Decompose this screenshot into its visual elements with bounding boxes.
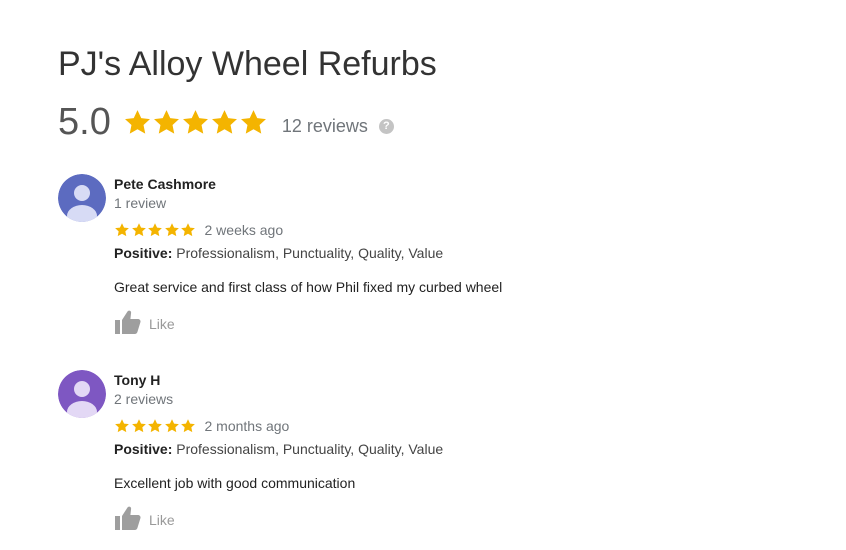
star-icon — [239, 108, 268, 137]
review-date: 2 weeks ago — [204, 222, 284, 238]
reviewer-name[interactable]: Tony H — [114, 372, 160, 388]
positive-label: Positive: — [114, 441, 173, 457]
star-icon — [180, 418, 197, 434]
review-text: Great service and first class of how Phi… — [114, 279, 503, 295]
like-button[interactable]: Like — [114, 309, 175, 335]
star-icon — [131, 418, 148, 434]
star-icon — [147, 418, 164, 434]
default-person-avatar-icon — [58, 370, 106, 418]
positive-label: Positive: — [114, 245, 173, 261]
review-rating-stars — [114, 418, 197, 434]
review-text: Excellent job with good communication — [114, 475, 356, 491]
review-meta: 2 weeks ago — [114, 222, 283, 238]
reviewer-review-count: 1 review — [114, 195, 167, 211]
reviewer-avatar[interactable] — [58, 174, 106, 222]
star-icon — [210, 108, 239, 137]
positive-values: Professionalism, Punctuality, Quality, V… — [176, 441, 444, 457]
business-name: PJ's Alloy Wheel Refurbs — [58, 45, 437, 83]
reviews-count-link[interactable]: 12 reviews — [282, 116, 368, 137]
review-date: 2 months ago — [204, 418, 290, 434]
star-icon — [131, 222, 148, 238]
star-icon — [181, 108, 210, 137]
star-icon — [114, 222, 131, 238]
like-label: Like — [149, 512, 175, 528]
reviewer-name[interactable]: Pete Cashmore — [114, 176, 216, 192]
reviews-panel: PJ's Alloy Wheel Refurbs 5.0 12 reviews … — [0, 0, 846, 550]
average-rating: 5.0 — [58, 101, 111, 143]
star-icon — [152, 108, 181, 137]
positive-values: Professionalism, Punctuality, Quality, V… — [176, 245, 444, 261]
star-icon — [164, 418, 181, 434]
like-button[interactable]: Like — [114, 505, 175, 531]
star-icon — [114, 418, 131, 434]
star-icon — [164, 222, 181, 238]
review-attributes: Positive: Professionalism, Punctuality, … — [114, 245, 443, 261]
average-rating-stars — [123, 108, 268, 137]
review-rating-stars — [114, 222, 197, 238]
question-circle-icon[interactable]: ? — [378, 118, 394, 134]
reviewer-avatar[interactable] — [58, 370, 106, 418]
star-icon — [147, 222, 164, 238]
star-icon — [123, 108, 152, 137]
thumbs-up-icon — [114, 505, 142, 531]
star-icon — [180, 222, 197, 238]
review-attributes: Positive: Professionalism, Punctuality, … — [114, 441, 443, 457]
review-meta: 2 months ago — [114, 418, 289, 434]
reviewer-review-count: 2 reviews — [114, 391, 174, 407]
like-label: Like — [149, 316, 175, 332]
rating-summary: 5.0 12 reviews ? — [58, 100, 394, 144]
thumbs-up-icon — [114, 309, 142, 335]
default-person-avatar-icon — [58, 174, 106, 222]
